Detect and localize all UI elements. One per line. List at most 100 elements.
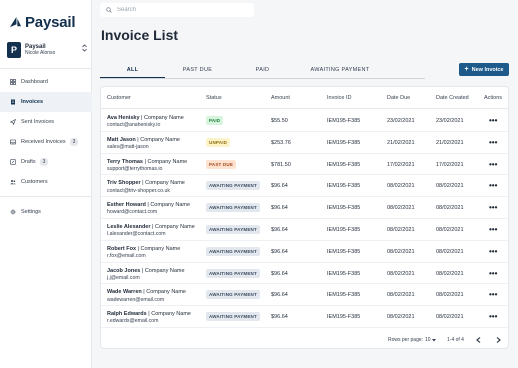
invoice-id-cell: IEM195-F385 — [327, 139, 361, 146]
customer-cell: Leslie Alexander | Company Name l.alexand… — [107, 223, 195, 239]
more-actions-icon[interactable]: ••• — [489, 225, 497, 234]
date-due-cell: 21/02/2021 — [387, 139, 415, 146]
date-created-cell: 08/02/2021 — [436, 227, 464, 233]
invoice-id-cell: IEM195-F385 — [327, 161, 361, 168]
search-input[interactable] — [117, 7, 237, 13]
invoice-id-cell: IEM195-F385 — [327, 205, 361, 212]
sidebar-item-label: Settings — [21, 209, 41, 215]
customer-email: r.fox@email.com — [107, 253, 146, 260]
date-due-cell: 17/02/2021 — [387, 161, 415, 168]
tab-past-due[interactable]: PAST DUE — [165, 63, 230, 78]
sidebar-item-settings[interactable]: Settings — [0, 202, 92, 222]
more-actions-icon[interactable]: ••• — [489, 269, 497, 278]
status-badge: AWAITING PAYMENT — [206, 225, 260, 234]
sail-logo-icon — [9, 16, 22, 28]
amount-cell: $96.64 — [271, 248, 288, 255]
amount-cell: $96.64 — [271, 205, 288, 212]
sidebar-item-drafts[interactable]: Drafts 3 — [0, 152, 92, 172]
pagination-range: 1-4 of 4 — [447, 337, 464, 343]
chevron-right-icon[interactable] — [496, 337, 501, 343]
sidebar-item-sent-invoices[interactable]: Sent Invoices — [0, 112, 92, 132]
account-switcher[interactable]: P Paysail Nicole Alonso — [7, 40, 87, 60]
account-user: Nicole Alonso — [25, 49, 56, 56]
sidebar-item-label: Invoices — [21, 99, 44, 105]
more-actions-icon[interactable]: ••• — [489, 138, 497, 147]
column-header-status[interactable]: Status — [206, 95, 222, 101]
customer-company: Company Name — [145, 180, 185, 187]
table-row[interactable]: Leslie Alexander | Company Name l.alexand… — [101, 219, 508, 241]
date-created-cell: 21/02/2021 — [436, 139, 464, 146]
invoice-id-cell: IEM195-F385 — [327, 248, 361, 255]
customer-email: r.edwards@email.com — [107, 318, 159, 325]
customer-company: Company Name — [147, 158, 188, 165]
table-row[interactable]: Robert Fox | Company Name r.fox@email.com… — [101, 241, 508, 263]
amount-cell: $253.76 — [271, 139, 291, 146]
sidebar-divider — [0, 68, 92, 69]
table-row[interactable]: Ava Henisky | Company Name contact@anahen… — [101, 110, 508, 132]
invoice-id-cell: IEM195-F385 — [327, 292, 361, 299]
customer-cell: Jacob Jones | Company Name j.j@email.com — [107, 267, 185, 283]
customer-cell: Robert Fox | Company Name r.fox@email.com — [107, 245, 180, 261]
sidebar-item-received-invoices[interactable]: Received Invoices 3 — [0, 132, 92, 152]
table-row[interactable]: Matt Jason | Company Name sales@matt-jaso… — [101, 132, 508, 154]
customer-name: Ralph Edwards — [107, 311, 147, 318]
table-row[interactable]: Triv Shopper | Company Name contact@triv-… — [101, 175, 508, 198]
sidebar-item-label: Sent Invoices — [21, 119, 55, 125]
sidebar-item-invoices[interactable]: Invoices — [0, 92, 92, 112]
table-row[interactable]: Terry Thomas | Company Name support@terry… — [101, 154, 508, 176]
column-header-amount[interactable]: Amount — [271, 95, 290, 101]
column-header-customer[interactable]: Customer — [107, 95, 131, 101]
tab-all[interactable]: ALL — [100, 63, 165, 78]
table-row[interactable]: Wade Warren | Company Name wadewarren@ema… — [101, 284, 508, 307]
main-content: Invoice List ALL PAST DUE PAID AWAITING … — [92, 0, 518, 368]
chevron-left-icon[interactable] — [476, 337, 481, 343]
more-actions-icon[interactable]: ••• — [489, 116, 497, 125]
users-icon — [10, 180, 16, 185]
more-actions-icon[interactable]: ••• — [489, 312, 497, 321]
new-invoice-button[interactable]: + New Invoice — [459, 63, 509, 76]
customer-company: Company Name — [151, 311, 191, 318]
customer-name: Jacob Jones — [107, 267, 141, 274]
invoice-id-cell: IEM195-F385 — [327, 183, 361, 190]
sidebar-item-customers[interactable]: Customers — [0, 172, 92, 192]
customer-name: Terry Thomas — [107, 158, 143, 165]
more-actions-icon[interactable]: ••• — [489, 181, 497, 190]
customer-name: Robert Fox — [107, 245, 137, 252]
table-row[interactable]: Ralph Edwards | Company Name r.edwards@em… — [101, 306, 508, 328]
customer-email: j.j@email.com — [107, 274, 140, 281]
more-actions-icon[interactable]: ••• — [489, 290, 497, 299]
customer-cell: Wade Warren | Company Name wadewarren@ema… — [107, 288, 186, 304]
table-row[interactable]: Jacob Jones | Company Name j.j@email.com A… — [101, 263, 508, 285]
table-row[interactable]: Esther Howard | Company Name howard@conta… — [101, 197, 508, 219]
date-created-cell: 23/02/2021 — [436, 118, 464, 124]
brand-logo[interactable]: Paysail — [9, 14, 76, 31]
column-header-invoice-id[interactable]: Invoice ID — [327, 95, 351, 101]
customer-email: l.alexander@contact.com — [107, 231, 166, 238]
customer-company: Company Name — [155, 224, 195, 230]
more-actions-icon[interactable]: ••• — [489, 247, 497, 256]
tab-paid[interactable]: PAID — [230, 63, 295, 78]
more-actions-icon[interactable]: ••• — [489, 203, 497, 212]
date-created-cell: 17/02/2021 — [436, 161, 464, 168]
invoice-tabs: ALL PAST DUE PAID AWAITING PAYMENT — [100, 63, 425, 79]
date-due-cell: 08/02/2021 — [387, 292, 415, 299]
more-actions-icon[interactable]: ••• — [489, 160, 497, 169]
column-header-date-created[interactable]: Date Created — [436, 95, 469, 101]
amount-cell: $781.50 — [271, 161, 291, 168]
table-footer: Rows per page: 10 1-4 of 4 — [101, 331, 508, 349]
column-header-date-due[interactable]: Date Due — [387, 95, 410, 101]
rows-per-page-select[interactable]: 10 — [425, 337, 431, 343]
date-due-cell: 08/02/2021 — [387, 314, 415, 321]
search-bar[interactable] — [100, 3, 254, 17]
sidebar-item-label: Dashboard — [21, 79, 48, 85]
page-title: Invoice List — [101, 27, 179, 43]
tab-awaiting-payment[interactable]: AWAITING PAYMENT — [295, 63, 385, 78]
inbox-icon — [10, 139, 16, 145]
dashboard-icon — [10, 79, 16, 85]
count-badge: 3 — [69, 138, 79, 146]
sidebar-item-dashboard[interactable]: Dashboard — [0, 72, 92, 92]
chevron-down-icon — [432, 339, 436, 342]
customer-cell: Esther Howard | Company Name howard@conta… — [107, 201, 190, 217]
status-badge: PAID — [206, 116, 224, 125]
plus-icon: + — [464, 66, 469, 73]
